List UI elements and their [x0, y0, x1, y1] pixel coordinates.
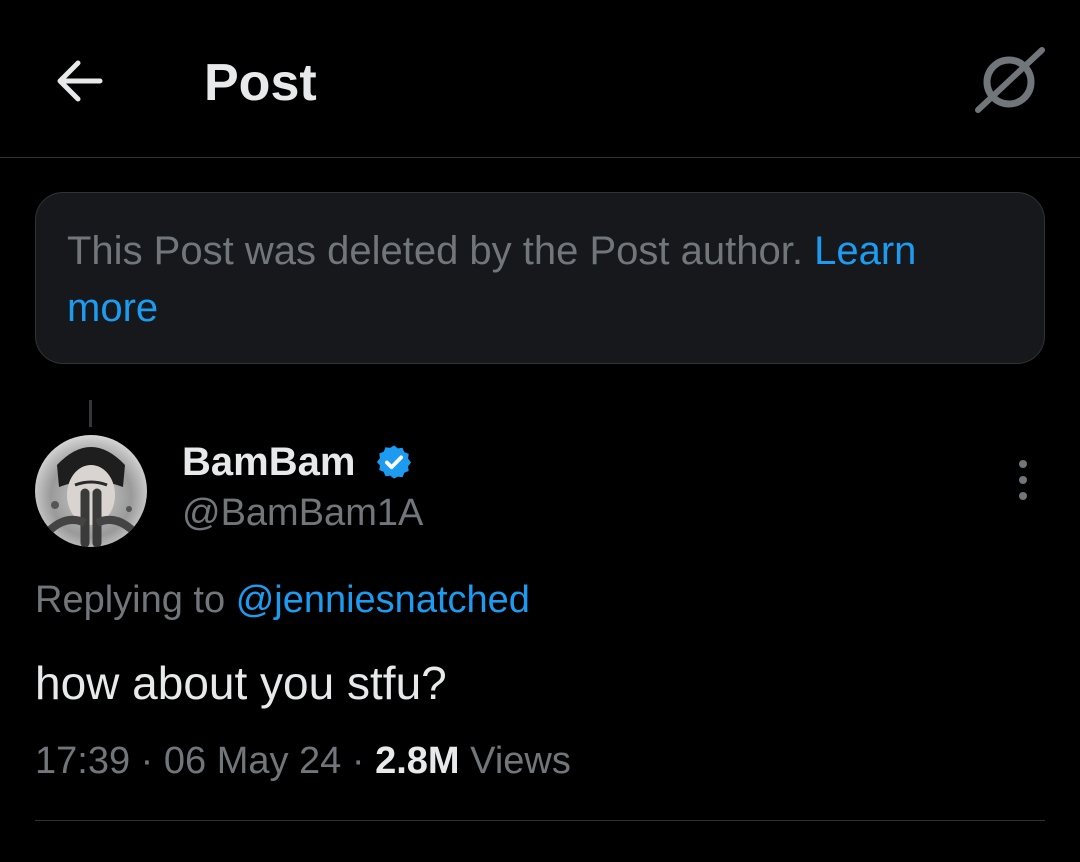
back-button[interactable]	[52, 53, 108, 109]
grok-button[interactable]	[972, 44, 1048, 120]
reply-mention-link[interactable]: @jenniesnatched	[236, 579, 530, 621]
avatar[interactable]	[35, 435, 147, 547]
page-title: Post	[204, 54, 317, 112]
replying-prefix: Replying to	[35, 579, 226, 621]
post-time[interactable]: 17:39	[35, 740, 130, 782]
grok-icon	[975, 47, 1045, 113]
avatar-image	[35, 435, 147, 547]
more-vertical-icon-dot	[1019, 476, 1027, 484]
views-label: Views	[470, 740, 571, 782]
meta-separator: ·	[140, 740, 154, 782]
post-metadata: 17:39 · 06 May 24 · 2.8M Views	[35, 736, 571, 786]
top-bar: Post	[0, 0, 1080, 158]
deleted-notice-text: This Post was deleted by the Post author…	[67, 229, 803, 273]
arrow-left-icon	[57, 60, 103, 102]
post-text: how about you stfu?	[35, 657, 447, 709]
deleted-post-notice: This Post was deleted by the Post author…	[35, 192, 1045, 364]
user-handle[interactable]: @BamBam1A	[182, 490, 423, 536]
views-count[interactable]: 2.8M	[375, 740, 459, 782]
post-date[interactable]: 06 May 24	[164, 740, 341, 782]
replying-to: Replying to @jenniesnatched	[35, 575, 530, 625]
thread-connector-line	[89, 400, 92, 427]
verified-badge-icon	[375, 443, 413, 481]
meta-separator: ·	[351, 740, 365, 782]
more-vertical-icon-dot	[1019, 492, 1027, 500]
more-vertical-icon-dot	[1019, 460, 1027, 468]
more-options-button[interactable]	[1008, 458, 1038, 502]
divider	[35, 820, 1045, 821]
display-name[interactable]: BamBam	[182, 438, 355, 486]
